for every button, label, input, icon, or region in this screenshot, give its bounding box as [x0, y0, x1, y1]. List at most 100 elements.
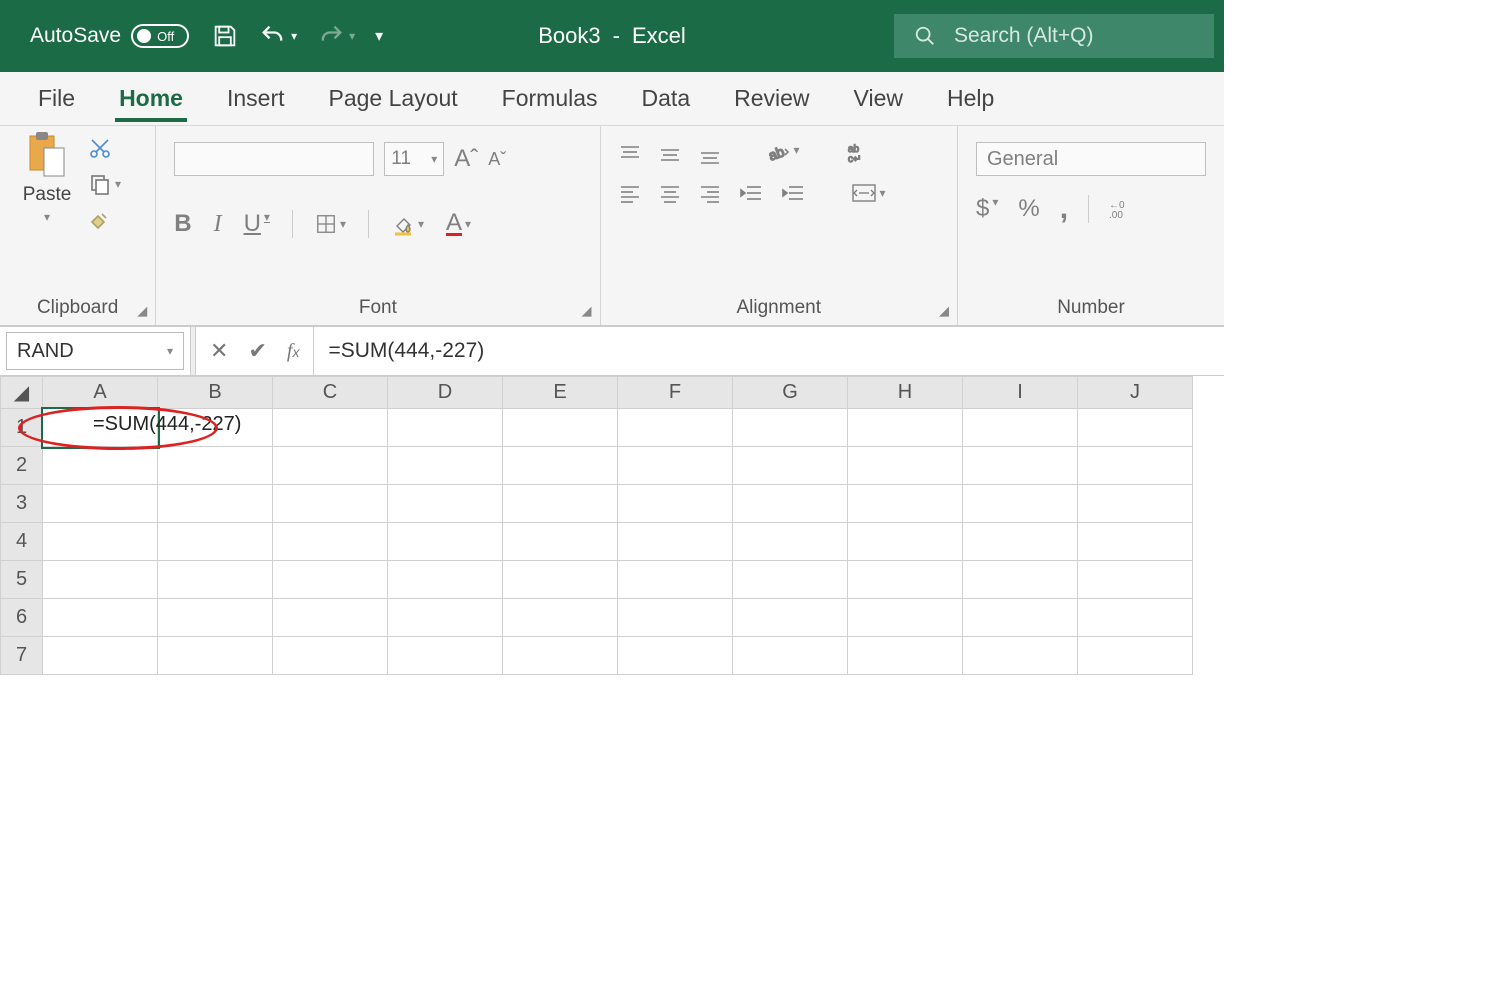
tab-home[interactable]: Home: [115, 75, 187, 122]
cell[interactable]: [618, 599, 733, 637]
cell[interactable]: [273, 485, 388, 523]
col-header[interactable]: F: [618, 377, 733, 409]
col-header[interactable]: J: [1078, 377, 1193, 409]
format-painter-icon[interactable]: [88, 208, 121, 232]
cell[interactable]: [963, 485, 1078, 523]
spreadsheet-grid[interactable]: ◢ A B C D E F G H I J 1 =SUM(444,-227) 2…: [0, 376, 1224, 675]
col-header[interactable]: C: [273, 377, 388, 409]
cell[interactable]: [503, 409, 618, 447]
align-left-icon[interactable]: [619, 183, 641, 203]
row-header[interactable]: 4: [1, 523, 43, 561]
cell[interactable]: [848, 523, 963, 561]
cell[interactable]: [273, 637, 388, 675]
cell[interactable]: [273, 523, 388, 561]
font-size-select[interactable]: 11▾: [384, 142, 444, 176]
search-box[interactable]: Search (Alt+Q): [894, 14, 1214, 58]
fill-color-button[interactable]: ▾: [391, 212, 424, 236]
row-header[interactable]: 7: [1, 637, 43, 675]
tab-review[interactable]: Review: [730, 75, 813, 122]
select-all-corner[interactable]: ◢: [1, 377, 43, 409]
redo-button[interactable]: ▾: [317, 22, 355, 50]
cell[interactable]: [158, 561, 273, 599]
cell[interactable]: [1078, 523, 1193, 561]
cell[interactable]: [733, 523, 848, 561]
formula-input[interactable]: =SUM(444,-227): [313, 327, 1224, 375]
cell[interactable]: [503, 561, 618, 599]
number-format-select[interactable]: General: [976, 142, 1206, 176]
cell[interactable]: [618, 485, 733, 523]
cell[interactable]: [158, 447, 273, 485]
cell[interactable]: [848, 409, 963, 447]
cell[interactable]: [618, 447, 733, 485]
cell[interactable]: [733, 447, 848, 485]
cell[interactable]: [618, 409, 733, 447]
cell[interactable]: [618, 561, 733, 599]
cell[interactable]: [1078, 447, 1193, 485]
cell[interactable]: [158, 637, 273, 675]
cell[interactable]: [273, 409, 388, 447]
col-header[interactable]: D: [388, 377, 503, 409]
row-header[interactable]: 1: [1, 409, 43, 447]
cell[interactable]: [1078, 637, 1193, 675]
cell[interactable]: [503, 523, 618, 561]
cell[interactable]: [733, 599, 848, 637]
wrap-text-button[interactable]: abc↵: [846, 142, 872, 166]
customize-qat-icon[interactable]: ▾: [375, 26, 383, 46]
cell[interactable]: [1078, 409, 1193, 447]
italic-button[interactable]: I: [214, 211, 222, 238]
tab-data[interactable]: Data: [638, 75, 695, 122]
merge-center-button[interactable]: ▾: [851, 182, 886, 204]
cell[interactable]: [503, 637, 618, 675]
align-middle-icon[interactable]: [659, 144, 681, 164]
cell[interactable]: [43, 599, 158, 637]
cell[interactable]: [158, 485, 273, 523]
cell[interactable]: [733, 485, 848, 523]
cell[interactable]: [848, 485, 963, 523]
tab-file[interactable]: File: [34, 75, 79, 122]
paste-button[interactable]: Paste ▾: [12, 130, 82, 224]
col-header[interactable]: H: [848, 377, 963, 409]
cell[interactable]: [733, 409, 848, 447]
cell[interactable]: [1078, 561, 1193, 599]
cell[interactable]: [273, 599, 388, 637]
cell[interactable]: [158, 599, 273, 637]
cell[interactable]: [963, 561, 1078, 599]
orientation-button[interactable]: ab▾: [767, 143, 800, 165]
percent-button[interactable]: %: [1018, 195, 1039, 223]
row-header[interactable]: 3: [1, 485, 43, 523]
name-box[interactable]: RAND ▾: [6, 332, 184, 370]
cell[interactable]: [503, 485, 618, 523]
cell[interactable]: [963, 637, 1078, 675]
increase-font-icon[interactable]: Aˆ: [454, 145, 478, 173]
decrease-indent-icon[interactable]: [739, 183, 763, 203]
cell[interactable]: [963, 409, 1078, 447]
cell[interactable]: [848, 637, 963, 675]
enter-formula-icon[interactable]: ✔: [248, 338, 266, 364]
cell[interactable]: [388, 485, 503, 523]
cell-a1[interactable]: =SUM(444,-227): [43, 409, 158, 447]
alignment-launcher-icon[interactable]: ◢: [939, 303, 949, 319]
cell[interactable]: [963, 599, 1078, 637]
insert-function-icon[interactable]: fx: [287, 340, 300, 363]
cell[interactable]: [733, 561, 848, 599]
borders-button[interactable]: ▾: [315, 213, 346, 235]
align-top-icon[interactable]: [619, 144, 641, 164]
tab-view[interactable]: View: [850, 75, 907, 122]
copy-icon[interactable]: ▾: [88, 172, 121, 196]
cell[interactable]: [733, 637, 848, 675]
col-header[interactable]: A: [43, 377, 158, 409]
cell[interactable]: [848, 561, 963, 599]
cell[interactable]: [273, 561, 388, 599]
col-header[interactable]: G: [733, 377, 848, 409]
tab-formulas[interactable]: Formulas: [498, 75, 602, 122]
cell[interactable]: [388, 523, 503, 561]
cell[interactable]: [388, 561, 503, 599]
font-color-button[interactable]: A▾: [446, 212, 471, 237]
cell[interactable]: [273, 447, 388, 485]
underline-button[interactable]: U▾: [244, 210, 270, 238]
undo-button[interactable]: ▾: [259, 22, 297, 50]
save-icon[interactable]: [211, 22, 239, 50]
bold-button[interactable]: B: [174, 210, 191, 238]
cell[interactable]: [388, 637, 503, 675]
autosave-toggle[interactable]: AutoSave Off: [30, 24, 189, 48]
